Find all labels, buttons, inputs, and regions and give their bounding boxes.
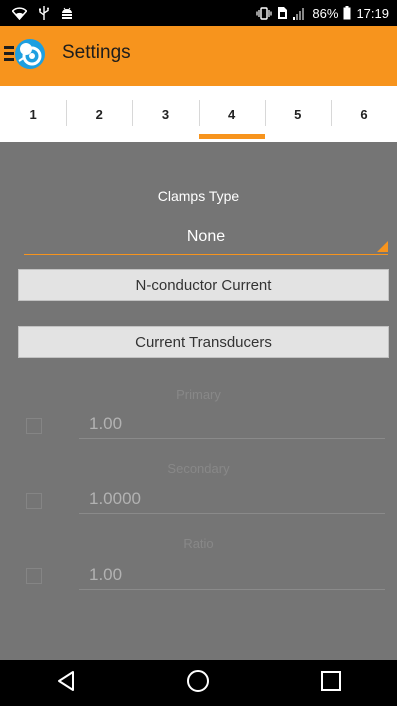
secondary-label: Secondary	[167, 461, 230, 476]
signal-icon	[293, 7, 307, 20]
battery-icon	[343, 6, 351, 20]
app-logo-icon[interactable]	[13, 37, 47, 71]
battery-percent: 86%	[312, 5, 339, 21]
n-conductor-current-button[interactable]: N-conductor Current	[18, 269, 389, 301]
android-debug-icon	[61, 7, 73, 20]
tab-5[interactable]: 5	[264, 86, 331, 142]
secondary-input[interactable]: 1.0000	[79, 484, 385, 514]
ratio-label: Ratio	[183, 536, 214, 551]
usb-icon	[39, 6, 49, 20]
ratio-input[interactable]: 1.00	[79, 560, 385, 590]
tab-1[interactable]: 1	[0, 86, 66, 142]
tab-2[interactable]: 2	[66, 86, 132, 142]
dropdown-arrow-icon	[377, 241, 388, 252]
wifi-icon	[12, 6, 27, 20]
home-button[interactable]	[168, 660, 228, 706]
clamps-type-dropdown[interactable]: None	[24, 222, 388, 255]
sim-icon	[277, 6, 288, 20]
recent-apps-button[interactable]	[301, 660, 361, 706]
tab-4[interactable]: 4	[198, 86, 265, 142]
status-bar: 86% 17:19	[0, 0, 397, 26]
primary-label: Primary	[176, 387, 221, 402]
recent-square-icon	[320, 670, 342, 697]
tab-bar: 1 2 3 4 5 6	[0, 86, 397, 142]
settings-content: Clamps Type None N-conductor Current Cur…	[0, 142, 397, 660]
back-triangle-icon	[56, 670, 76, 697]
clamps-type-value: None	[186, 228, 226, 245]
app-bar: Settings	[0, 26, 397, 86]
primary-checkbox[interactable]	[26, 418, 42, 434]
page-title: Settings	[62, 42, 131, 63]
back-button[interactable]	[36, 660, 96, 706]
navigation-bar	[0, 660, 397, 706]
clock: 17:19	[356, 5, 389, 21]
primary-input[interactable]: 1.00	[79, 409, 385, 439]
secondary-checkbox[interactable]	[26, 493, 42, 509]
clamps-type-label: Clamps Type	[157, 188, 240, 204]
ratio-checkbox[interactable]	[26, 568, 42, 584]
tab-6[interactable]: 6	[330, 86, 397, 142]
current-transducers-button[interactable]: Current Transducers	[18, 326, 389, 358]
tab-3[interactable]: 3	[132, 86, 198, 142]
home-circle-icon	[186, 669, 210, 698]
vibrate-icon	[256, 6, 273, 20]
